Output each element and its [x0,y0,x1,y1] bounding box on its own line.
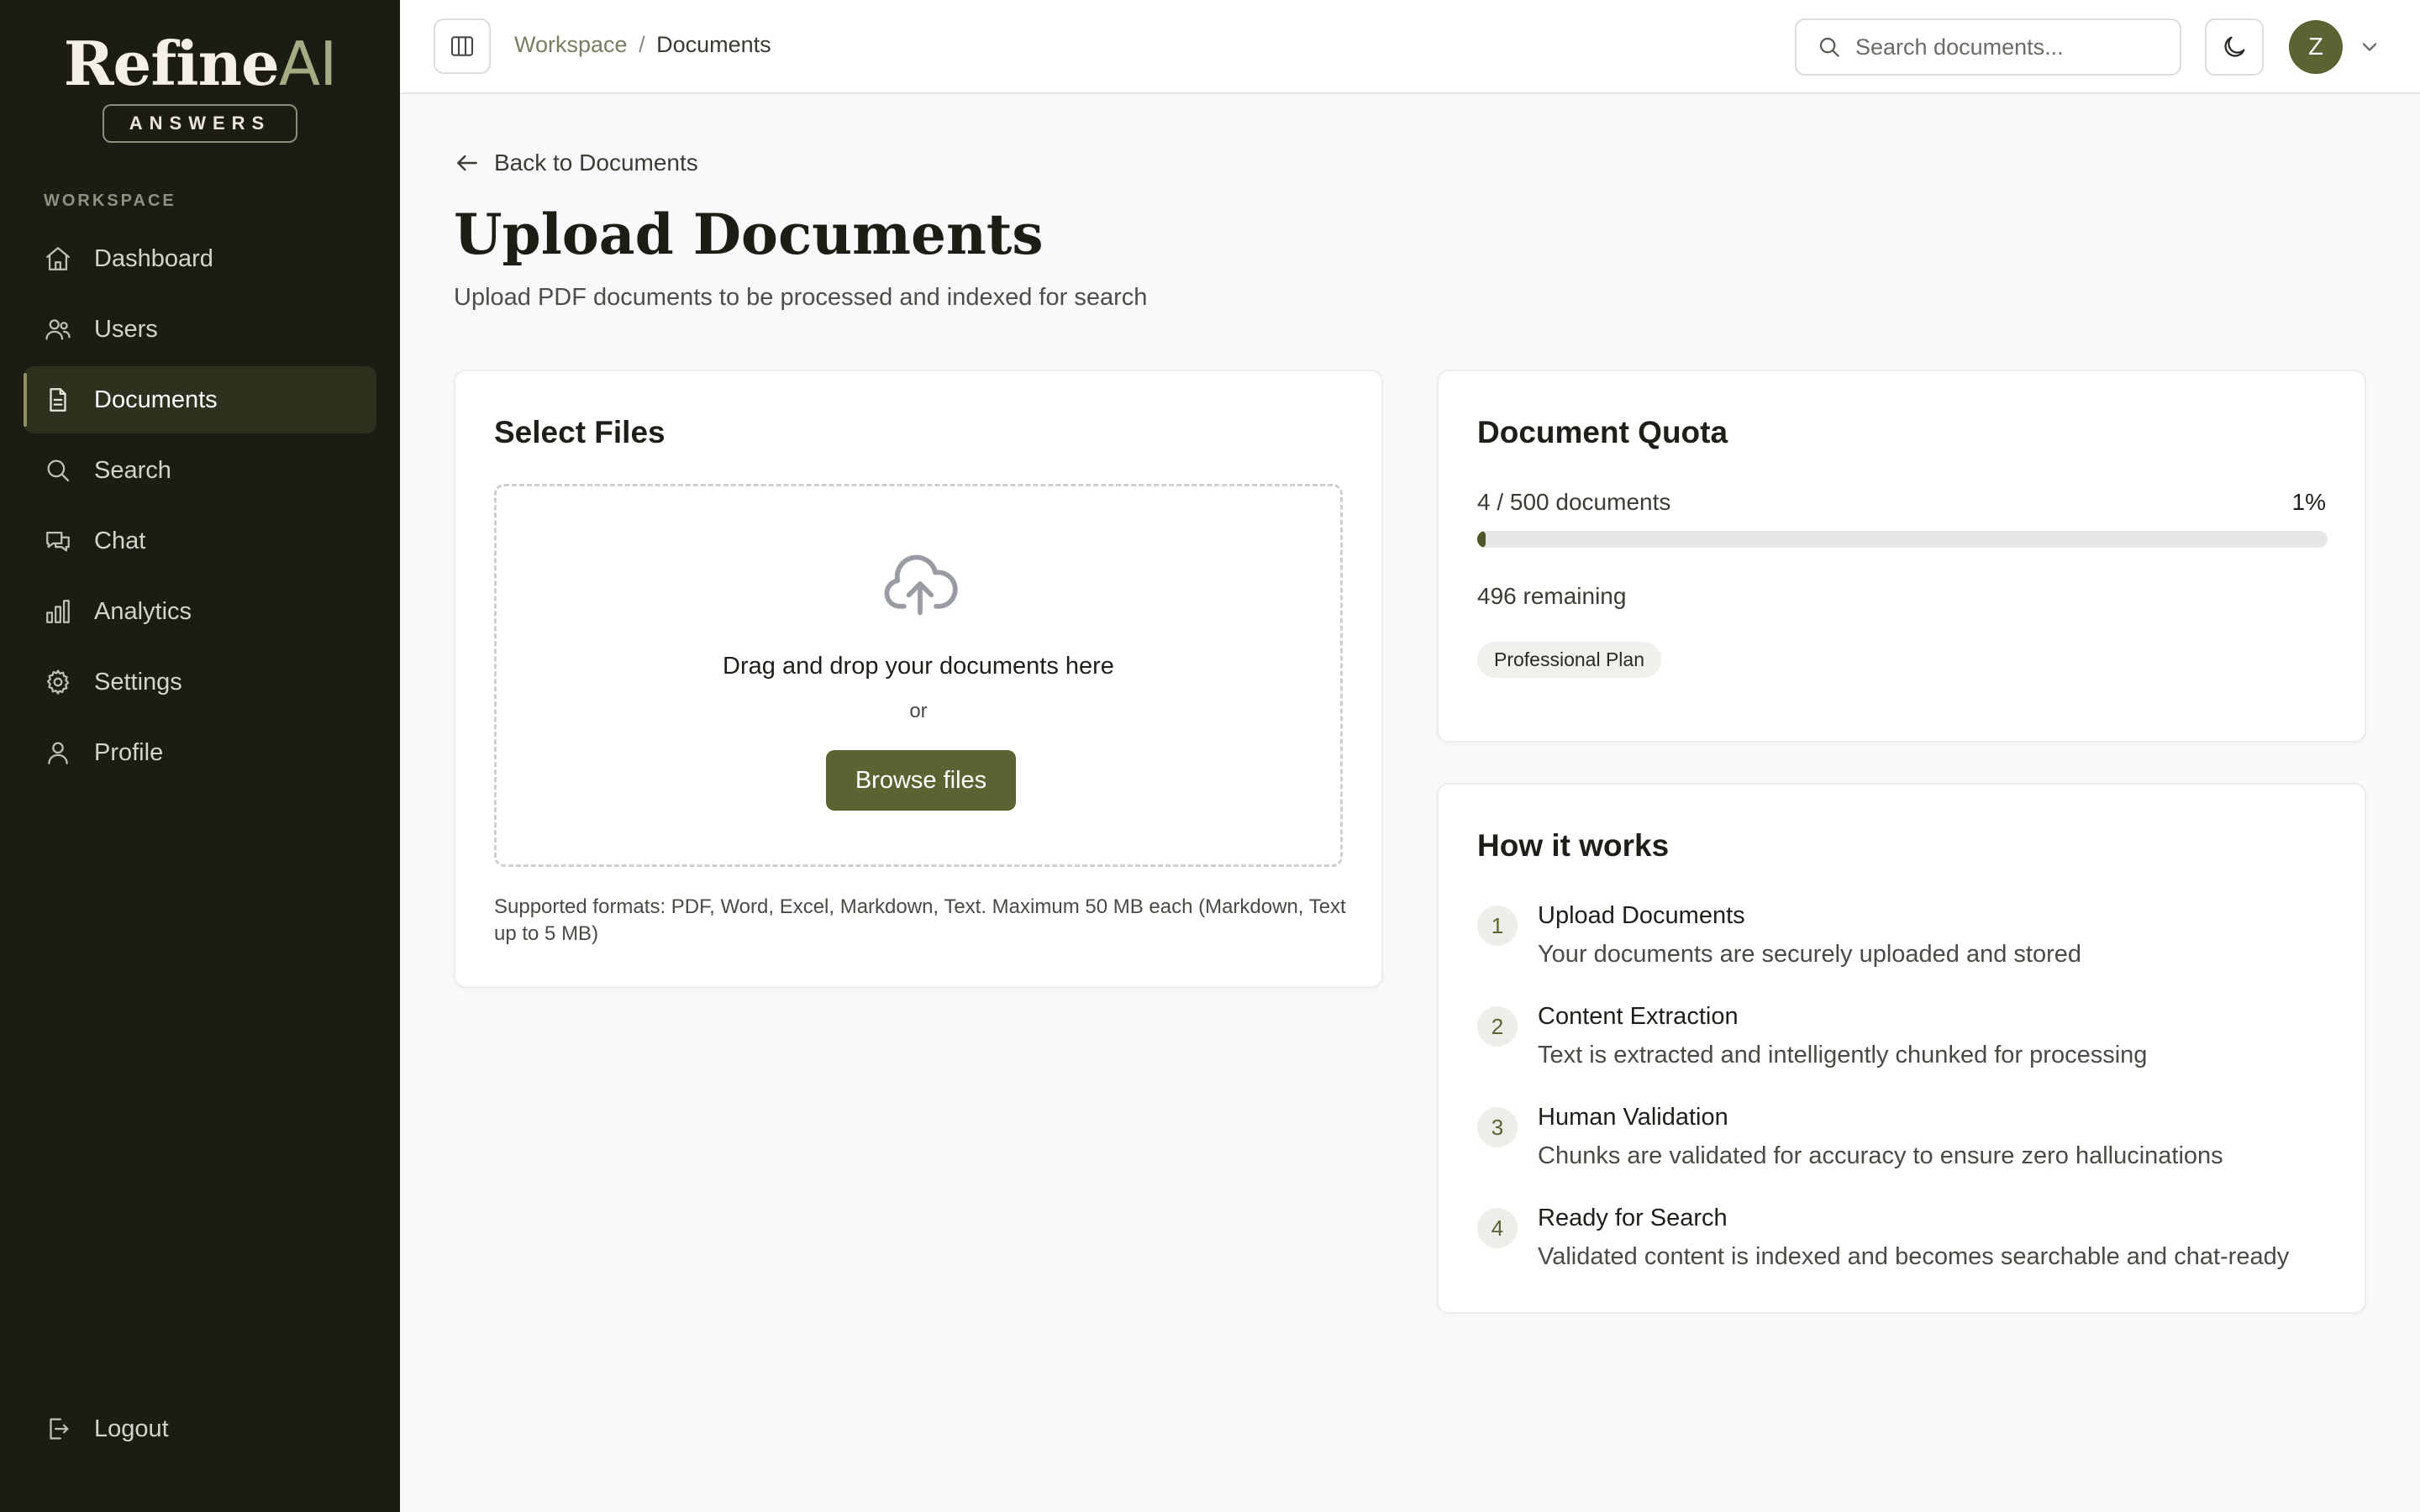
step-title: Ready for Search [1538,1205,1728,1231]
steps-list: 1 Upload Documents Your documents are se… [1477,900,2334,1304]
step-title: Upload Documents [1538,902,1745,929]
user-icon [48,742,68,764]
sidebar-item-label: Users [94,315,158,343]
arrow-left-icon [457,155,477,171]
step-title: Content Extraction [1538,1003,1739,1030]
sidebar-item-label: Chat [94,527,146,554]
bar-chart-icon [46,600,70,623]
page-title: Upload Documents [454,202,1044,267]
logo-wordmark: RefineAI [63,28,338,99]
chat-icon [46,531,70,552]
sidebar-toggle-button[interactable] [434,18,491,74]
search-input[interactable] [1855,34,2158,60]
sidebar-item-profile[interactable]: Profile [24,719,376,786]
breadcrumb-current: Documents [656,32,771,57]
avatar[interactable]: Z [2289,20,2343,74]
step-description: Validated content is indexed and becomes… [1538,1243,2290,1270]
logout-label: Logout [94,1415,169,1442]
card-title: How it works [1477,828,1670,863]
logout-icon [50,1418,69,1440]
breadcrumb: Workspace / Documents [514,32,771,58]
users-icon [45,319,71,340]
file-dropzone[interactable]: Drag and drop your documents here or Bro… [494,484,1343,867]
gear-icon [46,669,70,695]
supported-formats-text: Supported formats: PDF, Word, Excel, Mar… [494,895,1346,945]
select-files-card: Select Files Drag and drop your document… [454,370,1383,988]
sidebar-item-label: Settings [94,668,182,696]
step-item: 1 Upload Documents Your documents are se… [1477,900,2334,1001]
step-description: Chunks are validated for accuracy to ens… [1538,1142,2223,1169]
moon-icon [2224,36,2245,57]
sidebar: RefineAI ANSWERS WORKSPACE Dashboard Use… [0,0,400,1512]
sidebar-item-dashboard[interactable]: Dashboard [24,225,376,292]
sidebar-item-users[interactable]: Users [24,296,376,363]
sidebar-item-chat[interactable]: Chat [24,507,376,575]
top-bar: Workspace / Documents Z [400,0,2420,94]
sidebar-item-settings[interactable]: Settings [24,648,376,716]
sidebar-item-label: Dashboard [94,244,213,272]
sidebar-item-analytics[interactable]: Analytics [24,578,376,645]
how-it-works-card: How it works 1 Upload Documents Your doc… [1437,783,2366,1314]
cloud-upload-icon [884,554,958,616]
document-quota-card: Document Quota 4 / 500 documents 1% 496 … [1437,370,2366,743]
sidebar-item-search[interactable]: Search [24,437,376,504]
sidebar-nav: Dashboard Users Documents Search Chat An… [24,225,376,790]
quota-progress-bar [1477,531,2328,548]
quota-progress-fill [1477,531,1486,548]
step-number: 1 [1477,906,1518,946]
breadcrumb-separator: / [639,32,645,57]
step-title: Human Validation [1538,1104,1728,1131]
step-description: Text is extracted and intelligently chun… [1538,1042,2148,1068]
browse-files-button[interactable]: Browse files [826,750,1016,811]
sidebar-item-label: Analytics [94,597,192,625]
step-description: Your documents are securely uploaded and… [1538,941,2082,968]
document-icon [50,388,66,412]
search-icon [47,459,70,482]
quota-count: 4 / 500 documents [1477,489,1671,515]
step-item: 4 Ready for Search Validated content is … [1477,1203,2334,1304]
plan-badge: Professional Plan [1477,642,1661,678]
step-number: 4 [1477,1208,1518,1248]
home-icon [46,247,70,270]
step-number: 3 [1477,1107,1518,1147]
dropzone-or: or [909,700,928,722]
logo[interactable]: RefineAI ANSWERS [0,30,400,143]
step-item: 3 Human Validation Chunks are validated … [1477,1102,2334,1203]
breadcrumb-root[interactable]: Workspace [514,32,628,57]
search-field[interactable] [1795,18,2181,76]
sidebar-item-label: Profile [94,738,164,766]
search-icon [1819,37,1839,57]
logout-button[interactable]: Logout [44,1415,169,1443]
dropzone-text: Drag and drop your documents here [723,653,1114,680]
theme-toggle-button[interactable] [2205,18,2264,76]
logo-tagline: ANSWERS [102,104,298,143]
panel-toggle-icon [450,36,474,56]
card-title: Document Quota [1477,415,1728,449]
sidebar-item-documents[interactable]: Documents [24,366,376,433]
step-number: 2 [1477,1006,1518,1047]
sidebar-section-label: WORKSPACE [44,192,176,210]
sidebar-item-label: Documents [94,386,218,413]
card-title: Select Files [494,415,666,449]
quota-remaining: 496 remaining [1477,583,1627,609]
chevron-down-icon[interactable] [2358,35,2381,59]
sidebar-item-label: Search [94,456,171,484]
back-to-documents-link[interactable]: Back to Documents [454,150,698,176]
step-item: 2 Content Extraction Text is extracted a… [1477,1001,2334,1102]
quota-percent: 1% [2291,489,2326,515]
page-subtitle: Upload PDF documents to be processed and… [454,284,1148,311]
back-link-label: Back to Documents [494,150,698,176]
